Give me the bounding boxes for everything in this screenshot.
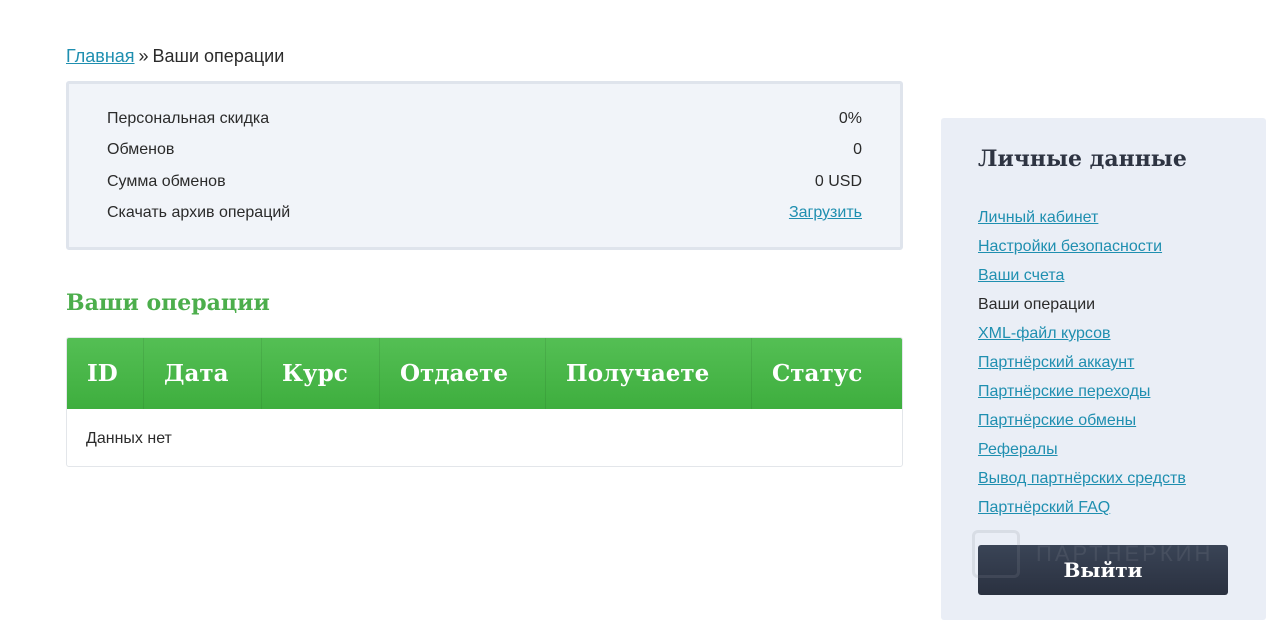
stat-row-archive: Скачать архив операций Загрузить <box>107 204 862 222</box>
sidebar-item-personal-cabinet[interactable]: Личный кабинет <box>978 209 1098 226</box>
column-header-id[interactable]: ID <box>67 338 144 409</box>
sidebar-item-partner-faq[interactable]: Партнёрский FAQ <box>978 499 1110 516</box>
stat-value: 0% <box>838 110 862 127</box>
stat-value: 0 USD <box>814 173 862 190</box>
watermark-text: ПАРТНЕРКИН <box>1036 541 1214 566</box>
stats-panel: Персональная скидка 0% Обменов 0 Сумма о… <box>66 81 903 250</box>
sidebar-menu: Личный кабинет Настройки безопасности Ва… <box>978 208 1186 527</box>
stat-label: Скачать архив операций <box>107 204 291 221</box>
watermark-logo-icon <box>972 530 1020 578</box>
download-archive-link[interactable]: Загрузить <box>789 204 862 221</box>
sidebar-item-accounts[interactable]: Ваши счета <box>978 267 1064 284</box>
column-header-receive[interactable]: Получаете <box>546 338 752 409</box>
stat-value: 0 <box>853 141 862 158</box>
sidebar-item-partner-withdrawal[interactable]: Вывод партнёрских средств <box>978 470 1186 487</box>
breadcrumb: Главная» Ваши операции <box>66 46 284 67</box>
sidebar-item-operations: Ваши операции <box>978 296 1096 313</box>
column-header-rate[interactable]: Курс <box>262 338 380 409</box>
stat-label: Персональная скидка <box>107 110 270 127</box>
sidebar-item-xml-rates[interactable]: XML-файл курсов <box>978 325 1110 342</box>
column-header-give[interactable]: Отдаете <box>380 338 546 409</box>
sidebar-item-partner-exchanges[interactable]: Партнёрские обмены <box>978 412 1136 429</box>
stat-label: Сумма обменов <box>107 173 226 190</box>
watermark: ПАРТНЕРКИН <box>972 530 1213 578</box>
sidebar-item-partner-visits[interactable]: Партнёрские переходы <box>978 383 1150 400</box>
sidebar-title: Личные данные <box>978 146 1187 172</box>
sidebar-item-referrals[interactable]: Рефералы <box>978 441 1058 458</box>
breadcrumb-separator: » <box>138 46 149 66</box>
breadcrumb-current: Ваши операции <box>152 46 285 66</box>
stat-row-discount: Персональная скидка 0% <box>107 110 862 128</box>
empty-table-message: Данных нет <box>86 430 172 447</box>
stat-row-exchange-sum: Сумма обменов 0 USD <box>107 173 862 191</box>
table-header: ID Дата Курс Отдаете Получаете Статус <box>67 338 902 409</box>
column-header-status[interactable]: Статус <box>752 338 902 409</box>
stat-label: Обменов <box>107 141 175 158</box>
section-title: Ваши операции <box>66 290 270 316</box>
breadcrumb-home-link[interactable]: Главная <box>66 46 135 66</box>
sidebar-item-security-settings[interactable]: Настройки безопасности <box>978 238 1162 255</box>
operations-table: ID Дата Курс Отдаете Получаете Статус Да… <box>66 337 903 467</box>
sidebar-item-partner-account[interactable]: Партнёрский аккаунт <box>978 354 1134 371</box>
stat-row-exchanges: Обменов 0 <box>107 141 862 159</box>
column-header-date[interactable]: Дата <box>144 338 262 409</box>
